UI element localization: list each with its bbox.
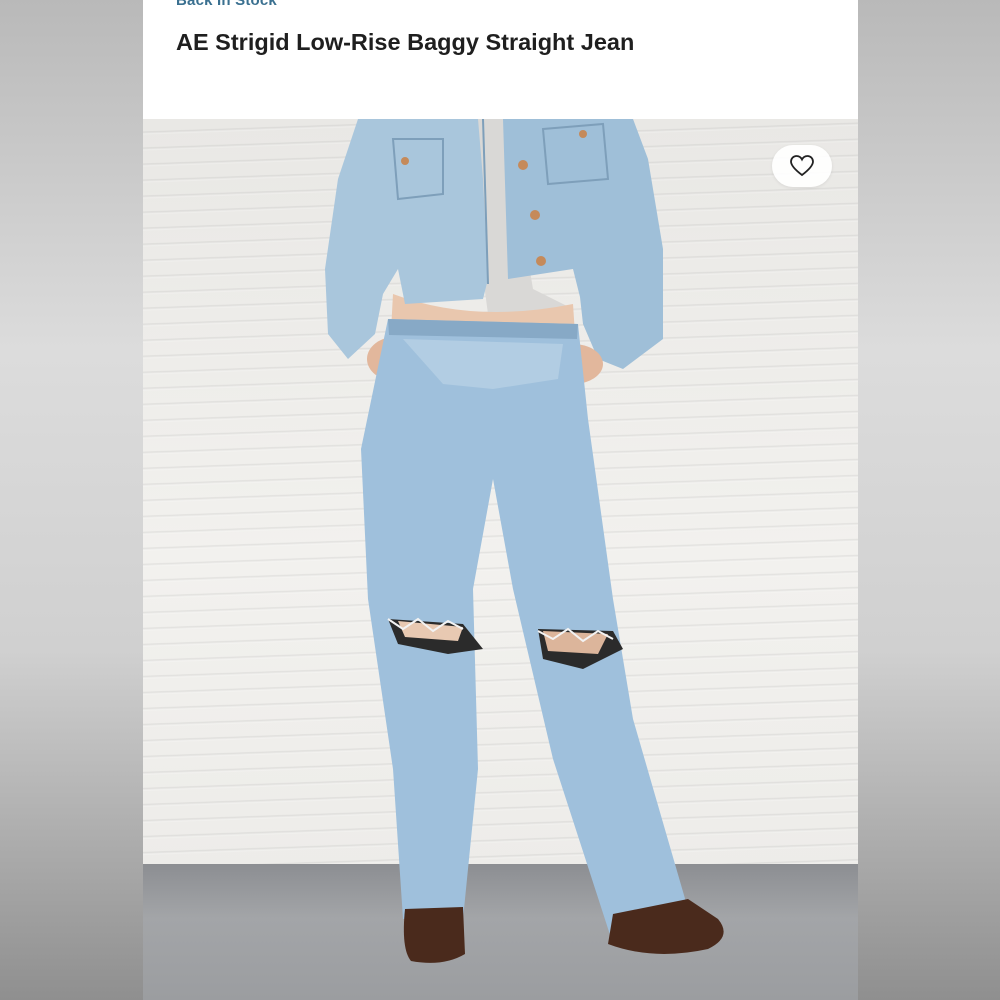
status-badge: Back In Stock xyxy=(176,0,277,9)
product-header: Back In Stock AE Strigid Low-Rise Baggy … xyxy=(143,0,858,119)
favorite-button[interactable] xyxy=(772,145,832,187)
heart-icon xyxy=(790,155,814,177)
model-figure xyxy=(325,119,724,963)
right-backdrop xyxy=(858,0,1000,1000)
product-card: Back In Stock AE Strigid Low-Rise Baggy … xyxy=(143,0,858,1000)
product-title: AE Strigid Low-Rise Baggy Straight Jean xyxy=(176,29,635,55)
product-image[interactable] xyxy=(143,119,858,1000)
left-backdrop xyxy=(0,0,143,1000)
